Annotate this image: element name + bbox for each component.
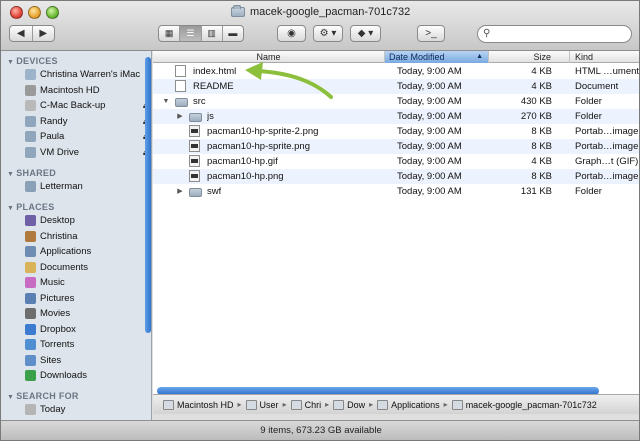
path-segment-label: Chri <box>304 399 322 410</box>
path-segment-label: User <box>259 399 279 410</box>
path-segment[interactable]: Applications <box>377 399 440 410</box>
path-segment[interactable]: User <box>245 399 279 410</box>
path-separator-icon: ▸ <box>282 400 287 409</box>
path-segment[interactable]: Macintosh HD <box>163 399 234 410</box>
path-segment[interactable]: macek-google_pacman-701c732 <box>451 399 597 410</box>
path-segment-label: Applications <box>391 399 440 410</box>
status-bar: 9 items, 673.23 GB available <box>1 420 639 440</box>
applications-icon <box>377 399 389 410</box>
path-segment-label: Dow <box>347 399 366 410</box>
path-separator-icon: ▸ <box>369 400 374 409</box>
path-segment-label: macek-google_pacman-701c732 <box>465 399 597 410</box>
users-folder-icon <box>245 399 257 410</box>
home-icon <box>290 399 302 410</box>
path-separator-icon: ▸ <box>325 400 330 409</box>
path-separator-icon: ▸ <box>443 400 448 409</box>
finder-window: macek-google_pacman-701c732 ◀ ▶ ▦ ☰ ▥ ▬ … <box>0 0 640 441</box>
path-segment[interactable]: Chri <box>290 399 322 410</box>
folder-icon <box>451 399 463 410</box>
hard-drive-icon <box>163 399 174 410</box>
path-segment-label: Macintosh HD <box>177 399 234 410</box>
status-text: 9 items, 673.23 GB available <box>260 425 382 436</box>
path-segment[interactable]: Dow <box>333 399 366 410</box>
annotation-arrow <box>245 62 333 99</box>
path-bar: Macintosh HD ▸ User ▸ Chri ▸ Dow ▸ Applications ▸… <box>153 394 639 414</box>
path-separator-icon: ▸ <box>237 400 242 409</box>
downloads-icon <box>333 399 345 410</box>
